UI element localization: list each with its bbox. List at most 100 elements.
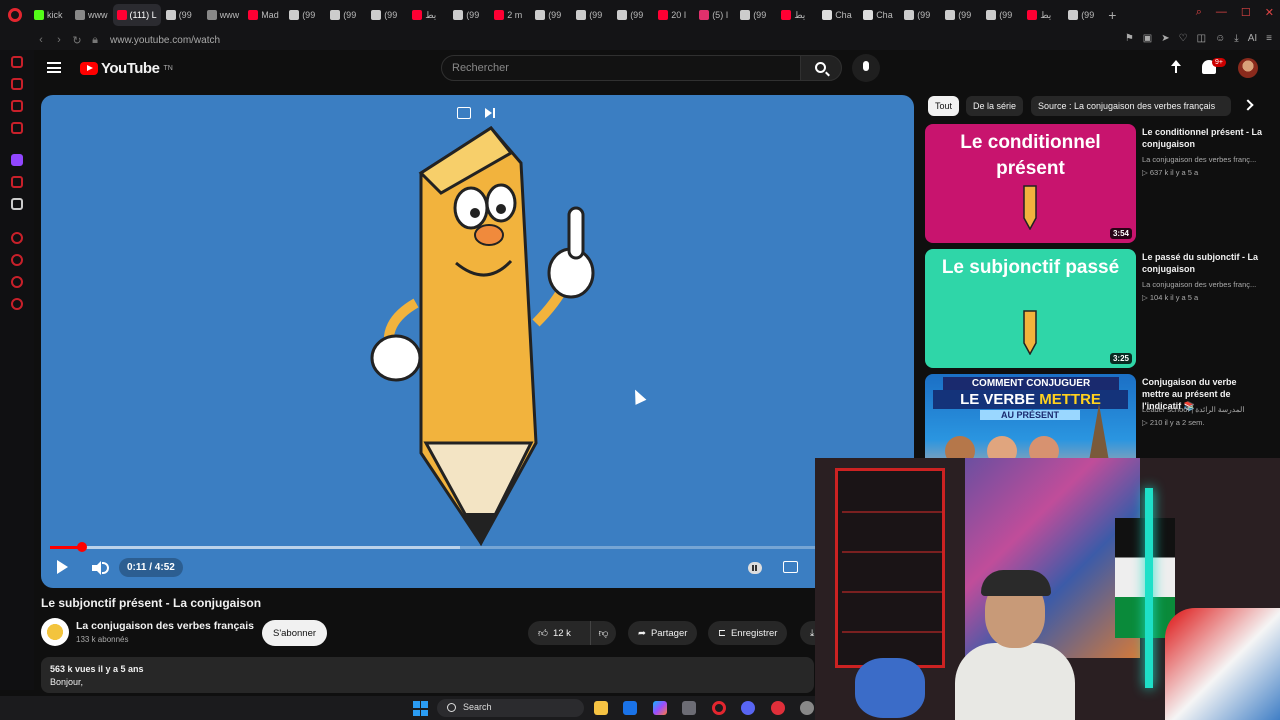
browser-tab[interactable]: 2 m	[490, 4, 530, 26]
browser-tab[interactable]: kick	[30, 4, 70, 26]
taskbar-search[interactable]: Search	[437, 699, 584, 717]
chip-series[interactable]: De la série	[966, 96, 1024, 116]
autoplay-toggle[interactable]	[748, 562, 762, 574]
windows-start-icon[interactable]	[413, 701, 428, 716]
browser-tab[interactable]: (5) I	[695, 4, 735, 26]
video-thumbnail[interactable]: Le subjonctif passé 3:25	[925, 249, 1136, 368]
recommended-channel[interactable]: La conjugaison des verbes franç...	[1142, 280, 1262, 289]
search-tabs-icon[interactable]: ⌕	[1196, 6, 1202, 19]
chips-next-chevron-icon[interactable]	[1240, 97, 1256, 113]
twitch-icon[interactable]	[11, 154, 23, 166]
search-input[interactable]: Rechercher	[441, 55, 801, 81]
hamburger-menu-icon[interactable]	[47, 62, 61, 73]
browser-tab[interactable]: (99	[900, 4, 940, 26]
download-icon[interactable]: ⤓	[1234, 33, 1238, 44]
forward-icon[interactable]: ›	[50, 34, 68, 46]
player-icon[interactable]	[11, 232, 23, 244]
browser-tab[interactable]: Mad	[244, 4, 284, 26]
browser-tab[interactable]: www	[203, 4, 244, 26]
browser-tab[interactable]: يط	[1023, 4, 1063, 26]
browser-tab[interactable]: يط	[777, 4, 817, 26]
browser-tab[interactable]: (99	[736, 4, 776, 26]
discord-icon[interactable]	[741, 701, 755, 715]
progress-scrubber-handle[interactable]	[77, 542, 88, 552]
channel-avatar[interactable]	[41, 618, 69, 646]
close-icon[interactable]: ✕	[1265, 6, 1274, 19]
recommended-title[interactable]: Le conditionnel présent - La conjugaison	[1142, 126, 1262, 150]
miniplayer-icon[interactable]	[457, 107, 471, 119]
browser-tab[interactable]: www	[71, 4, 112, 26]
minimize-icon[interactable]: —	[1216, 6, 1227, 19]
browser-tab[interactable]: Cha	[818, 4, 858, 26]
maximize-icon[interactable]: ☐	[1241, 6, 1251, 19]
subscribe-button[interactable]: S'abonner	[262, 620, 328, 646]
recommended-channel[interactable]: La conjugaison des verbes franç...	[1142, 155, 1262, 164]
browser-tab[interactable]: يط	[408, 4, 448, 26]
chip-source[interactable]: Source : La conjugaison des verbes franç…	[1031, 96, 1231, 116]
browser-tab[interactable]: (99	[1064, 4, 1104, 26]
video-thumbnail[interactable]: Le conditionnel présent 3:54	[925, 124, 1136, 243]
youtube-logo[interactable]: YouTube TN	[80, 60, 173, 77]
heart-icon[interactable]: ♡	[1179, 33, 1188, 44]
voice-search-button[interactable]	[852, 54, 880, 82]
browser-tab[interactable]: (111) L	[112, 4, 161, 26]
bookmark-icon[interactable]: ⚑	[1125, 33, 1134, 44]
percent-icon[interactable]	[11, 176, 23, 188]
progress-bar[interactable]	[50, 542, 905, 552]
snapshot-icon[interactable]: ▣	[1143, 33, 1152, 44]
play-button[interactable]	[57, 560, 68, 574]
calculator-icon[interactable]	[682, 701, 696, 715]
chrome-icon[interactable]	[800, 701, 814, 715]
app-icon[interactable]	[771, 701, 785, 715]
account-avatar[interactable]	[1238, 58, 1258, 78]
settings-icon[interactable]	[11, 298, 23, 310]
wallet-icon[interactable]: ◫	[1197, 33, 1206, 44]
home-icon[interactable]	[11, 56, 23, 68]
search-button[interactable]	[800, 55, 842, 81]
browser-tab[interactable]: (99	[613, 4, 653, 26]
browser-tab[interactable]: Cha	[859, 4, 899, 26]
like-button[interactable]: 👍︎ 12 k	[528, 621, 594, 645]
browser-tab[interactable]: (99	[367, 4, 407, 26]
channel-name[interactable]: La conjugaison des verbes français	[76, 620, 254, 632]
browser-tab[interactable]: (99	[326, 4, 366, 26]
browser-tab[interactable]: (99	[162, 4, 202, 26]
dislike-button[interactable]: 👎︎	[590, 621, 616, 645]
browser-tab[interactable]: (99	[572, 4, 612, 26]
store-icon[interactable]	[623, 701, 637, 715]
description-box[interactable]: 563 k vues il y a 5 ans Bonjour,	[41, 657, 814, 693]
x-icon[interactable]	[11, 198, 23, 210]
browser-tab[interactable]: 20 I	[654, 4, 694, 26]
back-icon[interactable]: ‹	[32, 34, 50, 46]
file-explorer-icon[interactable]	[594, 701, 608, 715]
history-icon[interactable]	[11, 254, 23, 266]
menu-icon[interactable]: ≡	[1266, 33, 1272, 44]
ai-button[interactable]: AI	[1248, 33, 1257, 44]
skip-next-icon[interactable]	[485, 108, 495, 118]
chip-all[interactable]: Tout	[928, 96, 960, 116]
opera-taskbar-icon[interactable]	[712, 701, 726, 715]
save-button[interactable]: ⊏ Enregistrer	[708, 621, 788, 645]
copilot-icon[interactable]	[653, 701, 667, 715]
create-upload-icon[interactable]	[1169, 60, 1183, 76]
recommended-video[interactable]: Le conditionnel présent 3:54 Le conditio…	[925, 124, 1270, 244]
opera-logo-icon[interactable]	[0, 0, 30, 30]
subtitles-icon[interactable]	[783, 561, 798, 573]
send-icon[interactable]: ➤	[1161, 33, 1169, 44]
extensions-icon[interactable]	[11, 78, 23, 90]
recommended-title[interactable]: Le passé du subjonctif - La conjugaison	[1142, 251, 1262, 275]
instagram-icon[interactable]	[11, 122, 23, 134]
recommended-video[interactable]: Le subjonctif passé 3:25 Le passé du sub…	[925, 249, 1270, 369]
messenger-icon[interactable]	[11, 100, 23, 112]
browser-tab[interactable]: (99	[285, 4, 325, 26]
video-player[interactable]: 0:11 / 4:52	[41, 95, 914, 588]
browser-tab[interactable]: (99	[531, 4, 571, 26]
recommended-channel[interactable]: Leader school | المدرسة الرائدة	[1142, 405, 1262, 414]
browser-tab[interactable]: (99	[982, 4, 1022, 26]
profile-icon[interactable]: ☺	[1215, 33, 1225, 44]
new-tab-button[interactable]: +	[1108, 7, 1116, 23]
reload-icon[interactable]: ↻	[68, 34, 86, 47]
share-button[interactable]: ➦ Partager	[628, 621, 698, 645]
browser-tab[interactable]: (99	[449, 4, 489, 26]
downloads-icon[interactable]	[11, 276, 23, 288]
